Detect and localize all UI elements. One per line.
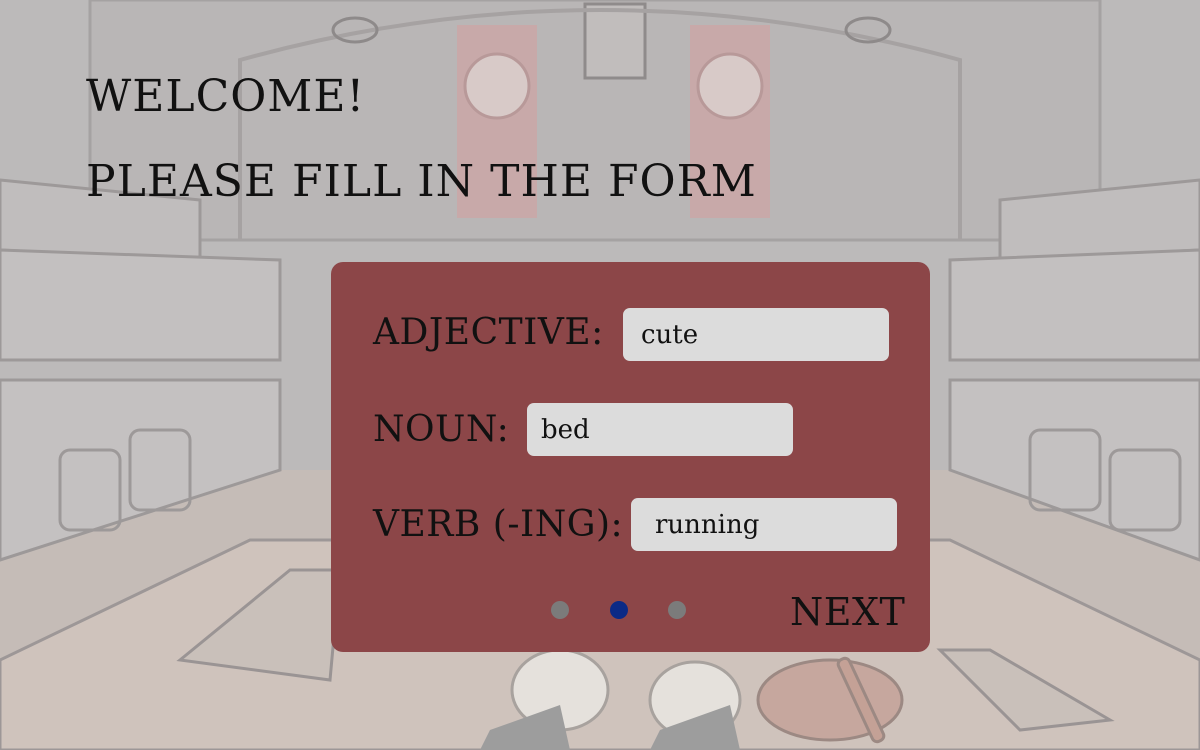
adjective-input[interactable]	[623, 308, 889, 361]
next-button[interactable]: NEXT	[790, 592, 905, 632]
verb-label: VERB (-ING):	[373, 504, 624, 545]
word-form-panel: ADJECTIVE: NOUN: VERB (-ING): NEXT	[331, 262, 930, 652]
page-dot-2[interactable]	[610, 601, 628, 619]
noun-input[interactable]	[527, 403, 793, 456]
page-dot-1[interactable]	[551, 601, 569, 619]
noun-label: NOUN:	[373, 409, 510, 450]
page-dot-3[interactable]	[668, 601, 686, 619]
adjective-label: ADJECTIVE:	[373, 312, 604, 353]
verb-input[interactable]	[631, 498, 897, 551]
instruction-heading: PLEASE FILL IN THE FORM	[86, 156, 757, 207]
welcome-heading: WELCOME!	[86, 71, 366, 122]
